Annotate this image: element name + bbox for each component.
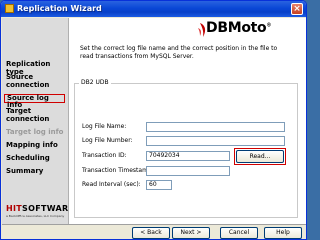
dbmoto-logo: DBMoto® [206, 20, 271, 36]
close-button[interactable]: × [291, 3, 303, 15]
step-target-log-info: Target log info [6, 128, 64, 136]
log-file-number-label: Log File Number: [82, 137, 133, 144]
back-button[interactable]: < Back [132, 227, 170, 239]
step-source-log-info[interactable]: Source log info [4, 94, 65, 109]
logo-text: DBMoto [206, 20, 267, 36]
log-file-name-input[interactable] [146, 122, 285, 132]
step-scheduling[interactable]: Scheduling [6, 154, 66, 162]
hitsoftware-logo: HITSOFTWARE [6, 204, 74, 213]
step-target-connection-line2[interactable]: connection [6, 115, 66, 123]
step-source-connection-line2[interactable]: connection [6, 81, 66, 89]
read-interval-label: Read Interval (sec): [82, 181, 141, 188]
brand-hit-text: HIT [6, 204, 23, 213]
logo-registered: ® [266, 22, 272, 29]
app-icon [5, 4, 14, 13]
window-title: Replication Wizard [17, 4, 102, 13]
step-source-connection-line1[interactable]: Source [6, 73, 66, 81]
step-summary[interactable]: Summary [6, 167, 66, 175]
read-interval-input[interactable]: 60 [146, 180, 172, 190]
step-target-connection-line1[interactable]: Target [6, 107, 66, 115]
footer-divider [2, 224, 306, 225]
transaction-timestamp-label: Transaction Timestamp: [82, 167, 154, 174]
group-title: DB2 UDB [79, 78, 111, 87]
help-button[interactable]: Help [264, 227, 302, 239]
step-description: Set the correct log file name and the co… [80, 45, 278, 60]
transaction-id-input[interactable]: 70492034 [146, 151, 230, 161]
log-file-number-input[interactable] [146, 136, 285, 146]
transaction-timestamp-input[interactable] [146, 166, 230, 176]
title-bar[interactable]: Replication Wizard × [1, 1, 306, 17]
cancel-button[interactable]: Cancel [220, 227, 258, 239]
read-button[interactable]: Read... [236, 150, 284, 163]
brand-tagline: a BackOffice Associates, LLC Company [6, 214, 65, 218]
log-file-name-label: Log File Name: [82, 123, 127, 130]
brand-software-text: SOFTWARE [22, 204, 75, 213]
replication-wizard-window: Replication Wizard × Replication type So… [0, 0, 307, 240]
step-mapping-info[interactable]: Mapping info [6, 141, 66, 149]
transaction-id-label: Transaction ID: [82, 152, 127, 159]
next-button[interactable]: Next > [172, 227, 210, 239]
